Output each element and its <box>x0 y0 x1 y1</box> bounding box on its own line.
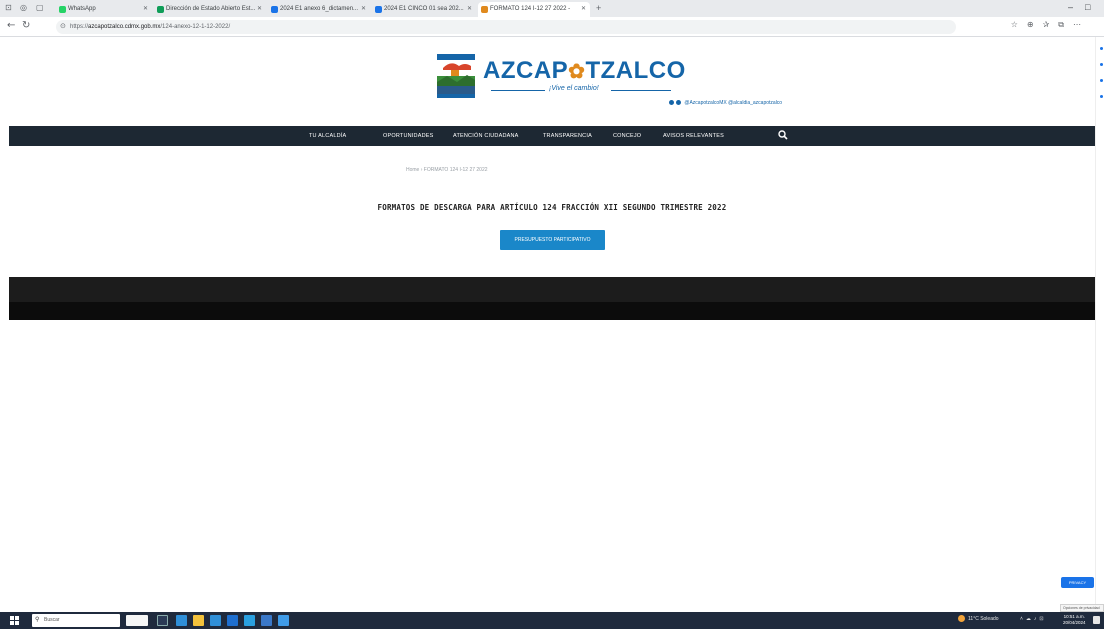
weather-widget[interactable]: 11°C Soleado <box>958 615 999 622</box>
url-host: azcapotzalco.cdmx.gob.mx <box>88 24 161 30</box>
privacy-button[interactable]: PRIVACY <box>1061 577 1094 588</box>
tab-actions-icon[interactable]: ▢ <box>36 3 44 12</box>
system-tray-icons[interactable]: ˄☁♪⊡ <box>1020 616 1047 622</box>
windows-start-icon[interactable] <box>10 616 19 625</box>
close-tab-icon[interactable]: ✕ <box>361 2 366 17</box>
browser-tab-bar: ⊡ ◎ ▢ WhatsApp ✕ Dirección de Estado Abi… <box>0 0 1104 17</box>
profile-icon[interactable]: ⊡ <box>5 3 12 12</box>
maximize-button[interactable]: □ <box>1085 2 1090 12</box>
footer-band <box>9 277 1095 302</box>
address-bar[interactable]: ⊙ https://azcapotzalco.cdmx.gob.mx/124-a… <box>56 20 956 34</box>
task-view-icon[interactable] <box>157 615 168 626</box>
main-navigation: TU ALCALDÍA OPORTUNIDADES ATENCIÓN CIUDA… <box>9 126 1095 146</box>
tagline: ¡Vive el cambio! <box>491 85 671 95</box>
nav-item-tu-alcaldia[interactable]: TU ALCALDÍA <box>309 126 346 146</box>
browser-tab-active[interactable]: FORMATO 124 I-12 27 2022 - ✕ <box>478 2 590 17</box>
browser-tab[interactable]: 2024 E1 anexo 6_dictamen... ✕ <box>268 2 370 17</box>
url-prefix: https:// <box>70 24 89 30</box>
sidebar-dot-icon[interactable] <box>1100 79 1103 82</box>
site-title-right: TZALCO <box>585 57 686 84</box>
tab-favicon-icon <box>157 6 164 13</box>
workspaces-icon[interactable]: ◎ <box>20 3 27 12</box>
weather-text: 11°C Soleado <box>968 615 999 622</box>
tab-label: WhatsApp <box>68 6 96 12</box>
browser-tab[interactable]: 2024 E1 CINCO 01 sea 202... ✕ <box>372 2 476 17</box>
close-tab-icon[interactable]: ✕ <box>581 2 586 17</box>
site-title: AZCAP✿TZALCO <box>483 57 686 85</box>
widget-icon[interactable] <box>126 615 148 626</box>
back-arrow-icon[interactable]: ← <box>7 20 15 31</box>
tab-favicon-icon <box>59 6 66 13</box>
footer-bottom-bar <box>9 302 1095 320</box>
alcaldia-emblem-icon <box>437 54 475 98</box>
tab-label: 2024 E1 anexo 6_dictamen... <box>280 6 359 12</box>
web-page: AZCAP✿TZALCO ¡Vive el cambio! @Azcapotza… <box>9 37 1095 612</box>
tagline-rule <box>491 90 545 91</box>
flower-icon: ✿ <box>568 61 586 83</box>
page-title: FORMATOS DE DESCARGA PARA ARTÍCULO 124 F… <box>377 203 727 212</box>
sidebar-strip <box>1095 37 1104 612</box>
nav-item-avisos-relevantes[interactable]: AVISOS RELEVANTES <box>663 126 724 146</box>
facebook-icon <box>676 100 681 106</box>
tab-label: FORMATO 124 I-12 27 2022 - <box>490 6 571 12</box>
reload-icon[interactable]: ↻ <box>22 20 30 31</box>
close-tab-icon[interactable]: ✕ <box>467 2 472 17</box>
taskbar-clock[interactable]: 10:51 a.m. 20/04/2024 <box>1063 614 1086 626</box>
site-logo[interactable]: AZCAP✿TZALCO ¡Vive el cambio! <box>437 52 697 102</box>
sidebar-dot-icon[interactable] <box>1100 47 1103 50</box>
tab-label: Dirección de Estado Abierto Est... <box>166 6 256 12</box>
twitter-icon <box>669 100 674 106</box>
new-tab-button[interactable]: + <box>596 3 601 13</box>
social-handles: @AzcapotzalcoMX @alcaldia_azcapotzalco <box>684 100 783 106</box>
browser-tab[interactable]: Dirección de Estado Abierto Est... ✕ <box>154 2 266 17</box>
tagline-rule <box>611 90 671 91</box>
edge-icon[interactable] <box>278 615 289 626</box>
tagline-text: ¡Vive el cambio! <box>549 85 599 92</box>
notification-icon[interactable] <box>1093 616 1100 624</box>
browser-toolbar: ← ↻ ⊙ https://azcapotzalco.cdmx.gob.mx/1… <box>0 17 1104 37</box>
taskbar-search-placeholder: Buscar <box>44 617 60 623</box>
taskbar-search-input[interactable]: ⚲ Buscar <box>32 614 120 627</box>
social-links[interactable]: @AzcapotzalcoMX @alcaldia_azcapotzalco <box>669 100 782 106</box>
sidebar-dot-icon[interactable] <box>1100 63 1103 66</box>
search-icon: ⚲ <box>35 617 40 623</box>
tab-favicon-icon <box>375 6 382 13</box>
search-icon[interactable] <box>778 130 788 140</box>
minimize-button[interactable]: – <box>1068 2 1073 12</box>
url-path: /124-anexo-12-1-12-2022/ <box>160 24 231 30</box>
privacy-note: Opciones de privacidad <box>1060 604 1104 612</box>
presupuesto-participativo-button[interactable]: PRESUPUESTO PARTICIPATIVO <box>500 230 605 250</box>
file-explorer-icon[interactable] <box>193 615 204 626</box>
nav-item-oportunidades[interactable]: OPORTUNIDADES <box>383 126 433 146</box>
browser-tab[interactable]: WhatsApp ✕ <box>56 2 152 17</box>
windows-taskbar: ⚲ Buscar 11°C Soleado ˄☁♪⊡ 10:51 a.m. 20… <box>0 612 1104 629</box>
site-title-left: AZCAP <box>483 57 569 84</box>
nav-item-transparencia[interactable]: TRANSPARENCIA <box>543 126 592 146</box>
browser-icon[interactable] <box>176 615 187 626</box>
close-tab-icon[interactable]: ✕ <box>257 2 262 17</box>
close-tab-icon[interactable]: ✕ <box>143 2 148 17</box>
tab-favicon-icon <box>481 6 488 13</box>
tab-favicon-icon <box>271 6 278 13</box>
store-icon[interactable] <box>210 615 221 626</box>
nav-item-atencion-ciudadana[interactable]: ATENCIÓN CIUDADANA <box>453 126 519 146</box>
nav-item-concejo[interactable]: CONCEJO <box>613 126 641 146</box>
app-icon[interactable] <box>244 615 255 626</box>
browser-extension-icons[interactable]: ☆⊕✰⧉⋯ <box>1011 20 1090 30</box>
app-icon[interactable] <box>261 615 272 626</box>
clock-date: 20/04/2024 <box>1063 620 1086 625</box>
lock-icon: ⊙ <box>60 23 66 30</box>
sidebar-dot-icon[interactable] <box>1100 95 1103 98</box>
breadcrumb[interactable]: Home › FORMATO 124 I-12 27 2022 <box>406 167 488 173</box>
tab-label: 2024 E1 CINCO 01 sea 202... <box>384 6 464 12</box>
mail-icon[interactable] <box>227 615 238 626</box>
sun-icon <box>958 615 965 622</box>
